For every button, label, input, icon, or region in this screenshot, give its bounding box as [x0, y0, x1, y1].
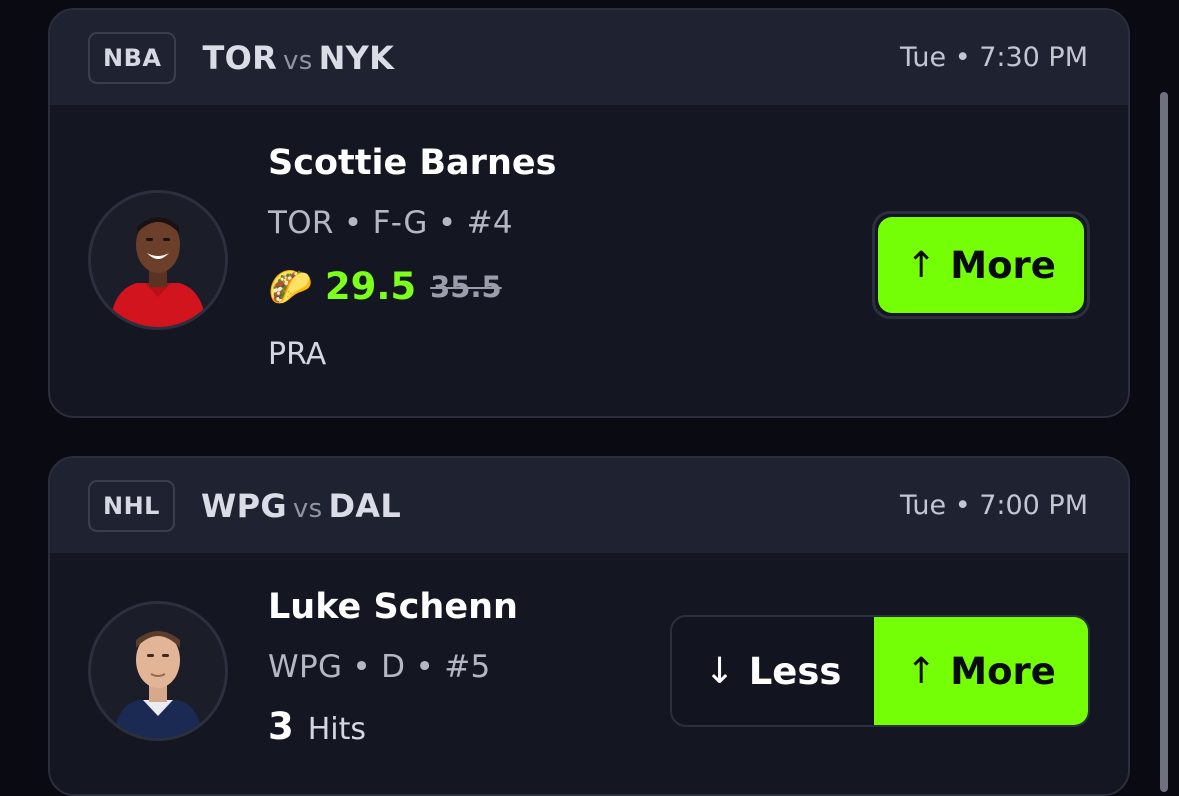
less-more-toggle: ↓ Less ↑ More — [670, 615, 1090, 727]
matchup: TOR vs NYK — [202, 39, 394, 77]
pick-card-nhl: NHL WPG vs DAL Tue • 7:00 PM Luke Schenn W… — [48, 456, 1130, 796]
league-badge: NBA — [88, 31, 177, 84]
game-header: NBA TOR vs NYK Tue • 7:30 PM — [50, 10, 1128, 105]
less-button[interactable]: ↓ Less — [672, 617, 874, 725]
arrow-up-icon: ↑ — [906, 650, 937, 692]
team-b: DAL — [328, 486, 402, 525]
more-label: More — [950, 243, 1056, 287]
player-avatar[interactable] — [88, 601, 228, 741]
more-button[interactable]: ↑ More — [874, 617, 1088, 725]
stat-type: Hits — [307, 712, 367, 747]
stat-type: PRA — [268, 337, 327, 372]
line-value: 3 — [268, 705, 294, 748]
player-avatar[interactable] — [88, 190, 228, 330]
pick-card-nba: NBA TOR vs NYK Tue • 7:30 PM Scottie Barne… — [48, 8, 1130, 418]
vs-label: vs — [283, 45, 313, 76]
promo-line-value: 29.5 — [324, 265, 417, 308]
game-time: Tue • 7:30 PM — [900, 42, 1088, 73]
player-photo — [91, 604, 225, 738]
game-time: Tue • 7:00 PM — [900, 490, 1088, 521]
player-photo — [91, 193, 225, 327]
team-a: TOR — [202, 38, 278, 77]
scrollbar[interactable] — [1160, 92, 1168, 792]
less-label: Less — [748, 649, 842, 693]
team-b: NYK — [318, 38, 395, 77]
player-name: Luke Schenn — [268, 587, 518, 627]
vs-label: vs — [292, 493, 323, 524]
arrow-down-icon: ↓ — [704, 650, 735, 692]
team-a: WPG — [200, 486, 287, 525]
taco-promo-icon: 🌮 — [268, 266, 313, 308]
more-label: More — [950, 649, 1056, 693]
league-badge: NHL — [88, 479, 175, 532]
player-meta: TOR • F-G • #4 — [268, 205, 513, 241]
projection-line: 3 Hits — [268, 705, 366, 748]
player-meta: WPG • D • #5 — [268, 649, 491, 685]
player-name: Scottie Barnes — [268, 143, 557, 183]
projection-line: 🌮 29.5 35.5 — [268, 265, 502, 308]
original-line-value: 35.5 — [430, 269, 502, 304]
matchup: WPG vs DAL — [201, 487, 401, 525]
game-header: NHL WPG vs DAL Tue • 7:00 PM — [50, 458, 1128, 553]
arrow-up-icon: ↑ — [906, 244, 937, 286]
more-button-fill: ↑ More — [878, 217, 1084, 313]
more-button[interactable]: ↑ More — [872, 211, 1090, 319]
